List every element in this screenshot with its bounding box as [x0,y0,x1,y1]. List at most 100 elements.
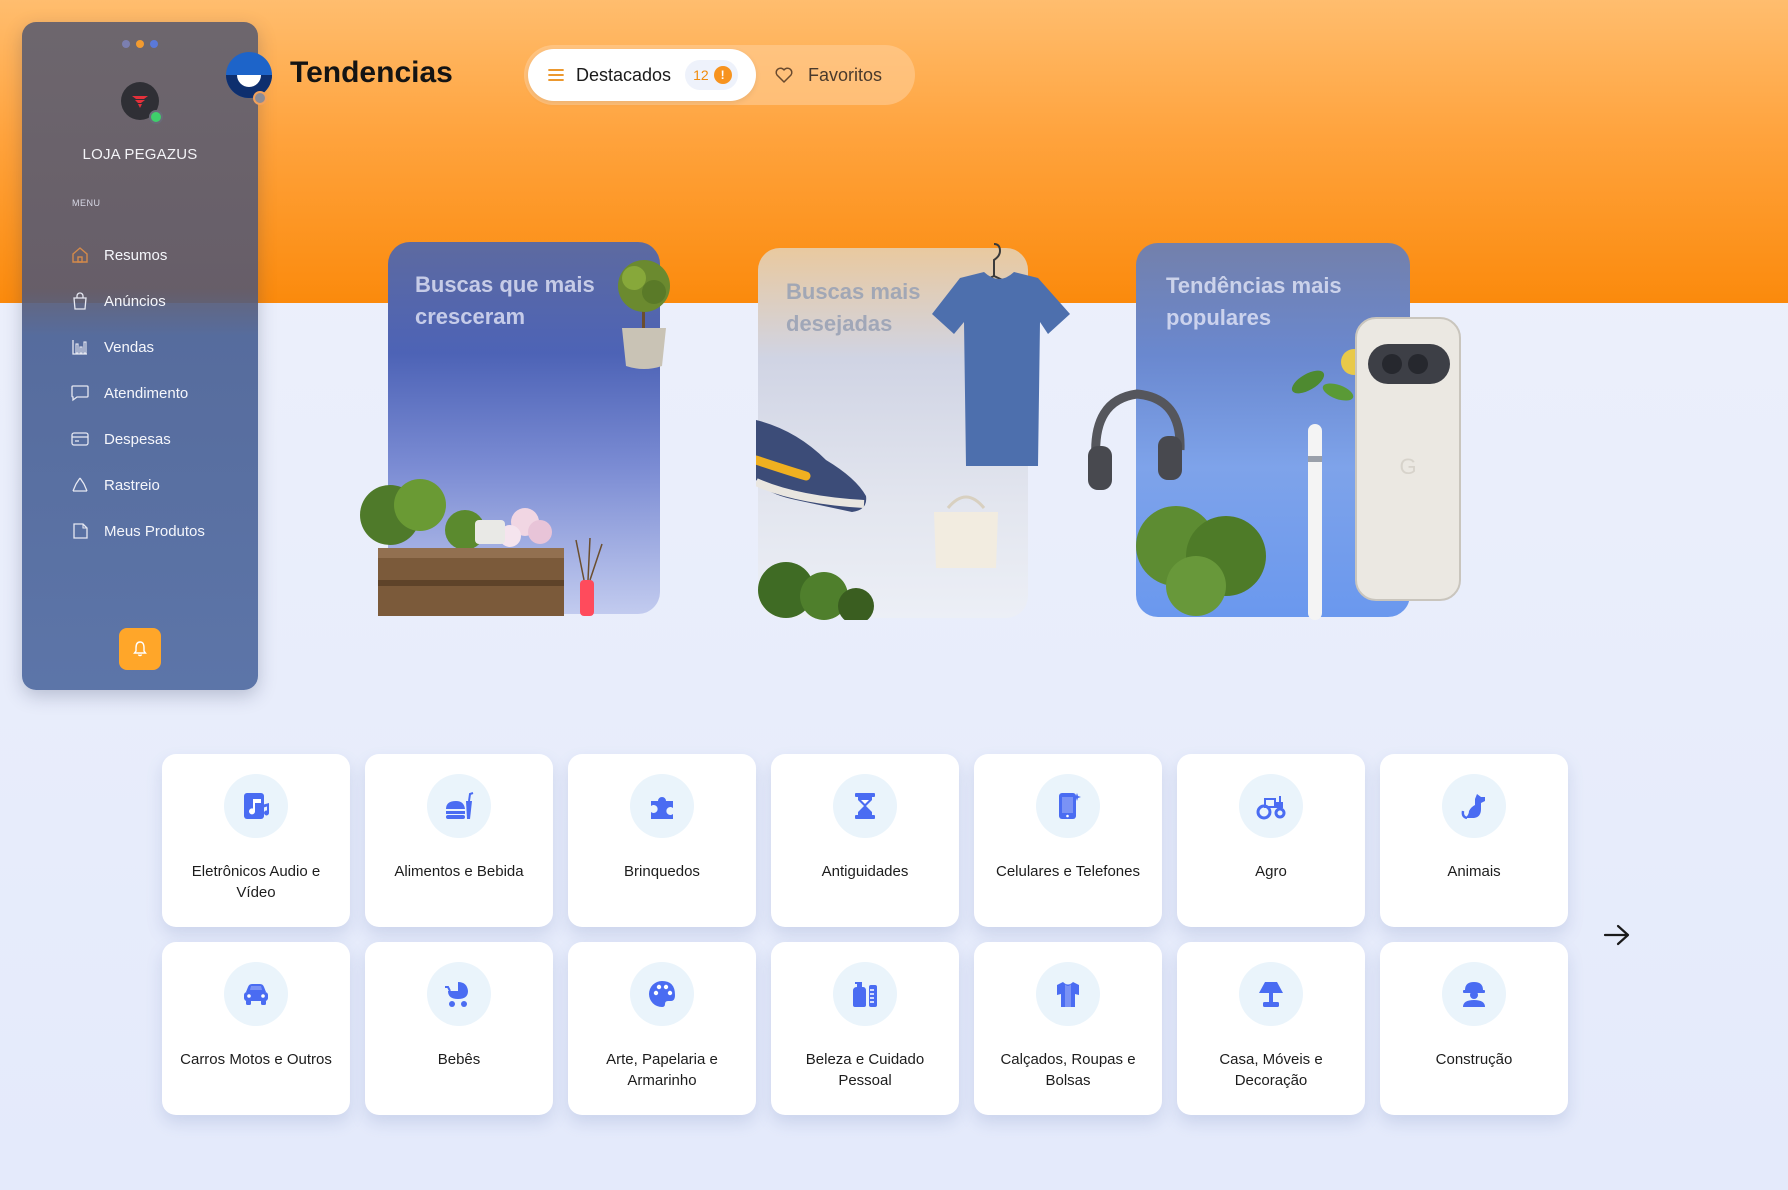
category-label: Antiguidades [821,863,909,880]
svg-text:G: G [1399,454,1416,479]
sidebar-item-resumos[interactable]: Resumos [70,232,205,278]
sidebar-item-label: Meus Produtos [104,522,205,540]
sidebar-item-rastreio[interactable]: Rastreio [70,462,205,508]
headphones-icon [1088,389,1185,490]
puzzle-icon [630,774,694,838]
category-tile[interactable]: Antiguidades [771,754,959,927]
shirt-icon [1036,962,1100,1026]
category-label: Alimentos e Bebida [394,863,524,880]
category-label: Animais [1447,863,1501,880]
trend-card-tendencias-mais-populares[interactable]: Tendências mais populares G [1082,240,1472,620]
category-tile[interactable]: Celulares e Telefones [974,754,1162,927]
bar-chart-icon [70,337,90,357]
tag-icon [70,521,90,541]
shopping-bag-icon [70,291,90,311]
trend-card-buscas-mais-desejadas[interactable]: Buscas mais desejadas [756,240,1086,622]
dog-icon [1442,774,1506,838]
sidebar-item-anuncios[interactable]: Anúncios [70,278,205,324]
arrow-right-icon [1603,924,1630,946]
category-label: Beleza e Cuidado Pessoal [805,1051,925,1089]
credit-card-icon [70,429,90,449]
tractor-icon [1239,774,1303,838]
potted-tree-icon [618,260,670,369]
sidebar-item-label: Despesas [104,430,171,448]
tab-favoritos[interactable]: Favoritos [764,49,911,101]
brand-status-icon [253,91,267,105]
sidebar-item-label: Vendas [104,338,155,356]
trend-card-title: Buscas mais desejadas [786,279,921,336]
category-tile[interactable]: Construção [1380,942,1568,1115]
sidebar-item-atendimento[interactable]: Atendimento [70,370,205,416]
category-label: Agro [1255,863,1287,880]
mobile-phone-icon [1036,774,1100,838]
tab-label: Destacados [576,64,672,85]
category-tile[interactable]: Eletrônicos Audio e Vídeo [162,754,350,927]
shrub-icon [758,562,874,620]
hourglass-icon [833,774,897,838]
category-label: Celulares e Telefones [996,863,1140,880]
tab-destacados[interactable]: Destacados 12 ! [528,49,756,101]
notifications-button[interactable] [119,628,161,670]
category-tile[interactable]: Animais [1380,754,1568,927]
category-tile[interactable]: Carros Motos e Outros [162,942,350,1115]
featured-count-badge: 12 ! [685,60,738,90]
category-label: Bebês [437,1051,481,1068]
sidebar-item-vendas[interactable]: Vendas [70,324,205,370]
category-tile[interactable]: Calçados, Roupas e Bolsas [974,942,1162,1115]
category-label: Calçados, Roupas e Bolsas [1000,1051,1136,1089]
category-tile[interactable]: Arte, Papelaria e Armarinho [568,942,756,1115]
category-tile[interactable]: Alimentos e Bebida [365,754,553,927]
sidebar: LOJA PEGAZUS MENU Resumos Anúncios Venda… [22,22,258,690]
sidebar-item-meus-produtos[interactable]: Meus Produtos [70,508,205,554]
lamp-icon [1239,962,1303,1026]
store-logo-icon [132,96,148,108]
car-icon [224,962,288,1026]
menu-lines-icon [548,66,566,84]
chat-bubble-icon [70,383,90,403]
brand-logo [226,52,272,98]
sidebar-item-label: Rastreio [104,476,160,494]
avatar[interactable] [121,82,163,124]
trend-card-buscas-que-mais-cresceram[interactable]: Buscas que mais cresceram [350,240,690,620]
online-status-icon [149,110,163,124]
sidebar-item-label: Resumos [104,246,168,264]
plant-crate-icon [360,479,603,616]
sidebar-item-label: Anúncios [104,292,166,310]
sidebar-item-despesas[interactable]: Despesas [70,416,205,462]
worker-helmet-icon [1442,962,1506,1026]
category-label: Casa, Móveis e Decoração [1219,1051,1323,1089]
trend-card-title: Buscas que mais cresceram [415,272,595,329]
category-grid: Eletrônicos Audio e Vídeo Alimentos e Be… [162,754,1568,1115]
trend-card-title: Tendências mais populares [1166,273,1342,330]
category-label: Brinquedos [624,863,700,880]
store-name: LOJA PEGAZUS [82,146,198,163]
music-file-icon [224,774,288,838]
tote-bag-icon [934,495,998,568]
category-tile[interactable]: Beleza e Cuidado Pessoal [771,942,959,1115]
category-label: Eletrônicos Audio e Vídeo [191,863,321,901]
next-page-button[interactable] [1600,918,1634,952]
menu-section-label: MENU [72,198,101,208]
smartphone-icon: G [1355,317,1461,601]
recycle-icon [70,475,90,495]
tshirt-icon [932,243,1070,466]
pump-bottle-icon [833,962,897,1026]
burger-drink-icon [427,774,491,838]
stylus-icon [1308,424,1322,620]
category-label: Construção [1435,1051,1513,1068]
category-tile[interactable]: Casa, Móveis e Decoração [1177,942,1365,1115]
category-tile[interactable]: Agro [1177,754,1365,927]
bush-icon [1136,506,1266,616]
heart-icon [774,65,794,85]
window-dots [122,40,158,48]
alert-icon: ! [713,66,732,84]
baby-carriage-icon [427,962,491,1026]
category-tile[interactable]: Bebês [365,942,553,1115]
sneaker-icon [756,420,867,512]
category-label: Arte, Papelaria e Armarinho [606,1051,718,1089]
category-label: Carros Motos e Outros [180,1051,332,1068]
page-title: Tendencias [290,56,453,89]
palette-icon [630,962,694,1026]
category-tile[interactable]: Brinquedos [568,754,756,927]
featured-count: 12 [693,67,709,83]
